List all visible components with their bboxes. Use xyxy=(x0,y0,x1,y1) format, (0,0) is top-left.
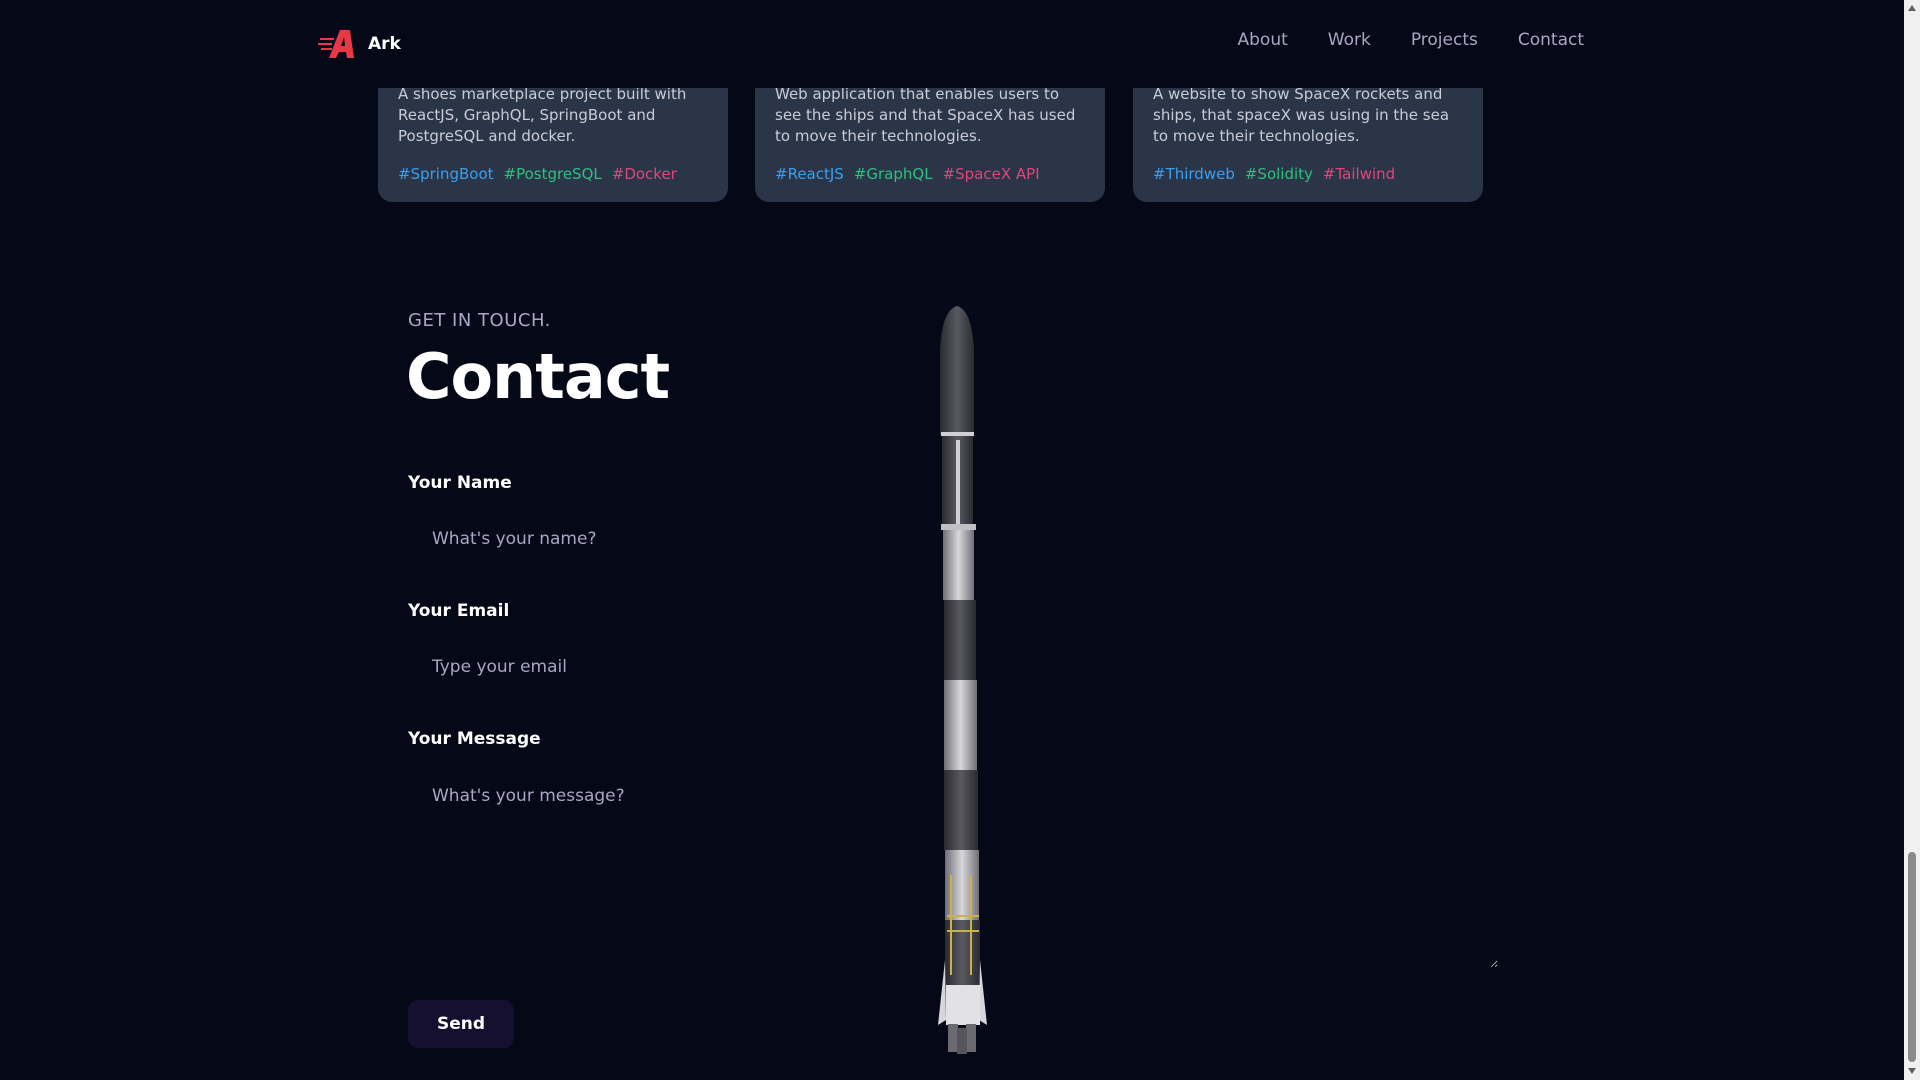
project-tag: #PostgreSQL xyxy=(503,165,602,183)
scroll-thumb[interactable] xyxy=(1908,852,1916,1062)
project-tag: #SpaceX API xyxy=(942,165,1040,183)
vertical-scrollbar[interactable] xyxy=(1904,0,1920,1080)
project-tag: #Tailwind xyxy=(1322,165,1396,183)
navbar: Ark About Work Projects Contact xyxy=(0,0,1904,88)
project-description: Web application that enables users to se… xyxy=(775,85,1076,145)
project-description: A website to show SpaceX rockets and shi… xyxy=(1153,85,1450,145)
name-label: Your Name xyxy=(408,473,512,493)
contact-title: Contact xyxy=(406,340,670,413)
rocket-model[interactable] xyxy=(900,300,1020,1060)
project-tag: #ReactJS xyxy=(775,165,844,183)
project-description: A shoes marketplace project built with R… xyxy=(398,85,687,145)
email-label: Your Email xyxy=(408,601,510,621)
project-tag: #Solidity xyxy=(1244,165,1313,183)
ark-logo-icon xyxy=(318,30,354,58)
nav-link-projects[interactable]: Projects xyxy=(1411,30,1478,50)
send-button[interactable]: Send xyxy=(408,1000,514,1048)
project-tags: #ReactJS #GraphQL #SpaceX API xyxy=(775,165,1085,183)
nav-links: About Work Projects Contact xyxy=(1238,30,1585,50)
scroll-up-icon[interactable] xyxy=(1908,5,1916,11)
project-tag: #Docker xyxy=(611,165,677,183)
project-tag: #Thirdweb xyxy=(1153,165,1235,183)
project-tag: #SpringBoot xyxy=(398,165,494,183)
contact-subtitle: GET IN TOUCH. xyxy=(408,310,551,331)
project-tag: #GraphQL xyxy=(853,165,933,183)
nav-link-work[interactable]: Work xyxy=(1328,30,1371,50)
brand-name: Ark xyxy=(368,34,401,54)
project-tags: #SpringBoot #PostgreSQL #Docker xyxy=(398,165,708,183)
nav-link-about[interactable]: About xyxy=(1238,30,1288,50)
nav-link-contact[interactable]: Contact xyxy=(1518,30,1584,50)
project-tags: #Thirdweb #Solidity #Tailwind xyxy=(1153,165,1463,183)
scroll-down-icon[interactable] xyxy=(1908,1068,1916,1074)
brand-link[interactable]: Ark xyxy=(318,28,401,60)
message-label: Your Message xyxy=(408,729,541,749)
